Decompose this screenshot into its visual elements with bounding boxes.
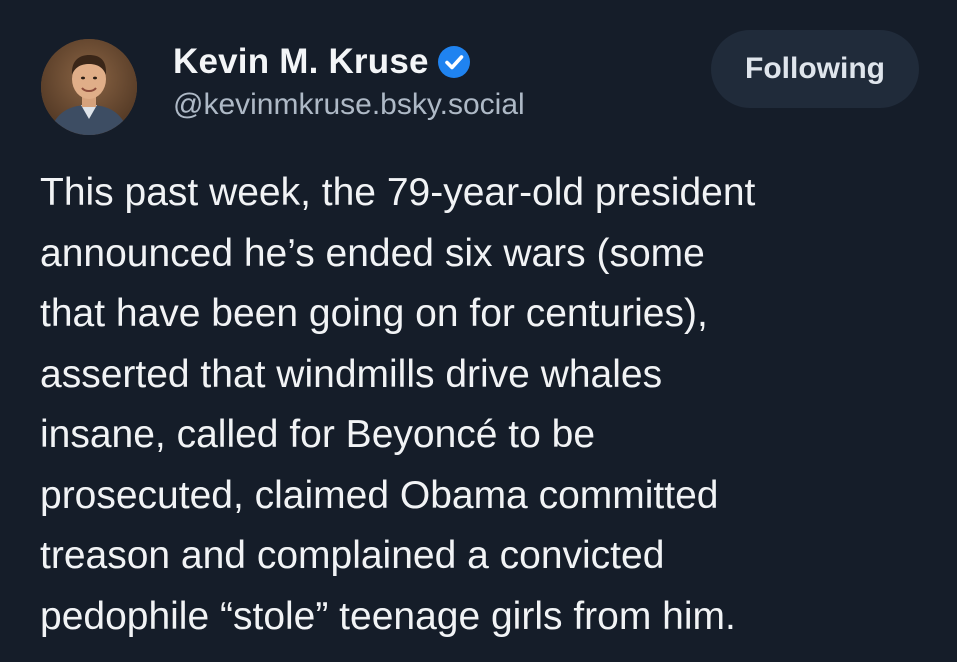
post-text: This past week, the 79-year-old presiden…: [40, 163, 935, 647]
post-text-line: This past week, the 79-year-old presiden…: [40, 171, 756, 214]
post-text-line: asserted that windmills drive whales: [40, 352, 663, 396]
author-display-name[interactable]: Kevin M. Kruse: [173, 42, 429, 82]
avatar-image: [41, 39, 137, 135]
author-name-row: Kevin M. Kruse: [173, 40, 525, 84]
following-button[interactable]: Following: [711, 30, 919, 108]
post-text-line: announced he’s ended six wars (some: [40, 231, 705, 275]
author-avatar[interactable]: [41, 39, 137, 135]
verified-check-icon: [437, 45, 471, 79]
post-text-line: prosecuted, claimed Obama committed: [40, 473, 719, 517]
author-info: Kevin M. Kruse @kevinmkruse.bsky.social: [173, 40, 525, 122]
post-text-line: pedophile “stole” teenage girls from him…: [40, 594, 736, 638]
post-text-line: that have been going on for centuries),: [40, 292, 708, 335]
post-text-line: insane, called for Beyoncé to be: [40, 413, 596, 456]
author-handle[interactable]: @kevinmkruse.bsky.social: [173, 88, 525, 122]
post-text-line: treason and complained a convicted: [40, 534, 665, 577]
post-card: Kevin M. Kruse @kevinmkruse.bsky.social …: [0, 0, 957, 662]
